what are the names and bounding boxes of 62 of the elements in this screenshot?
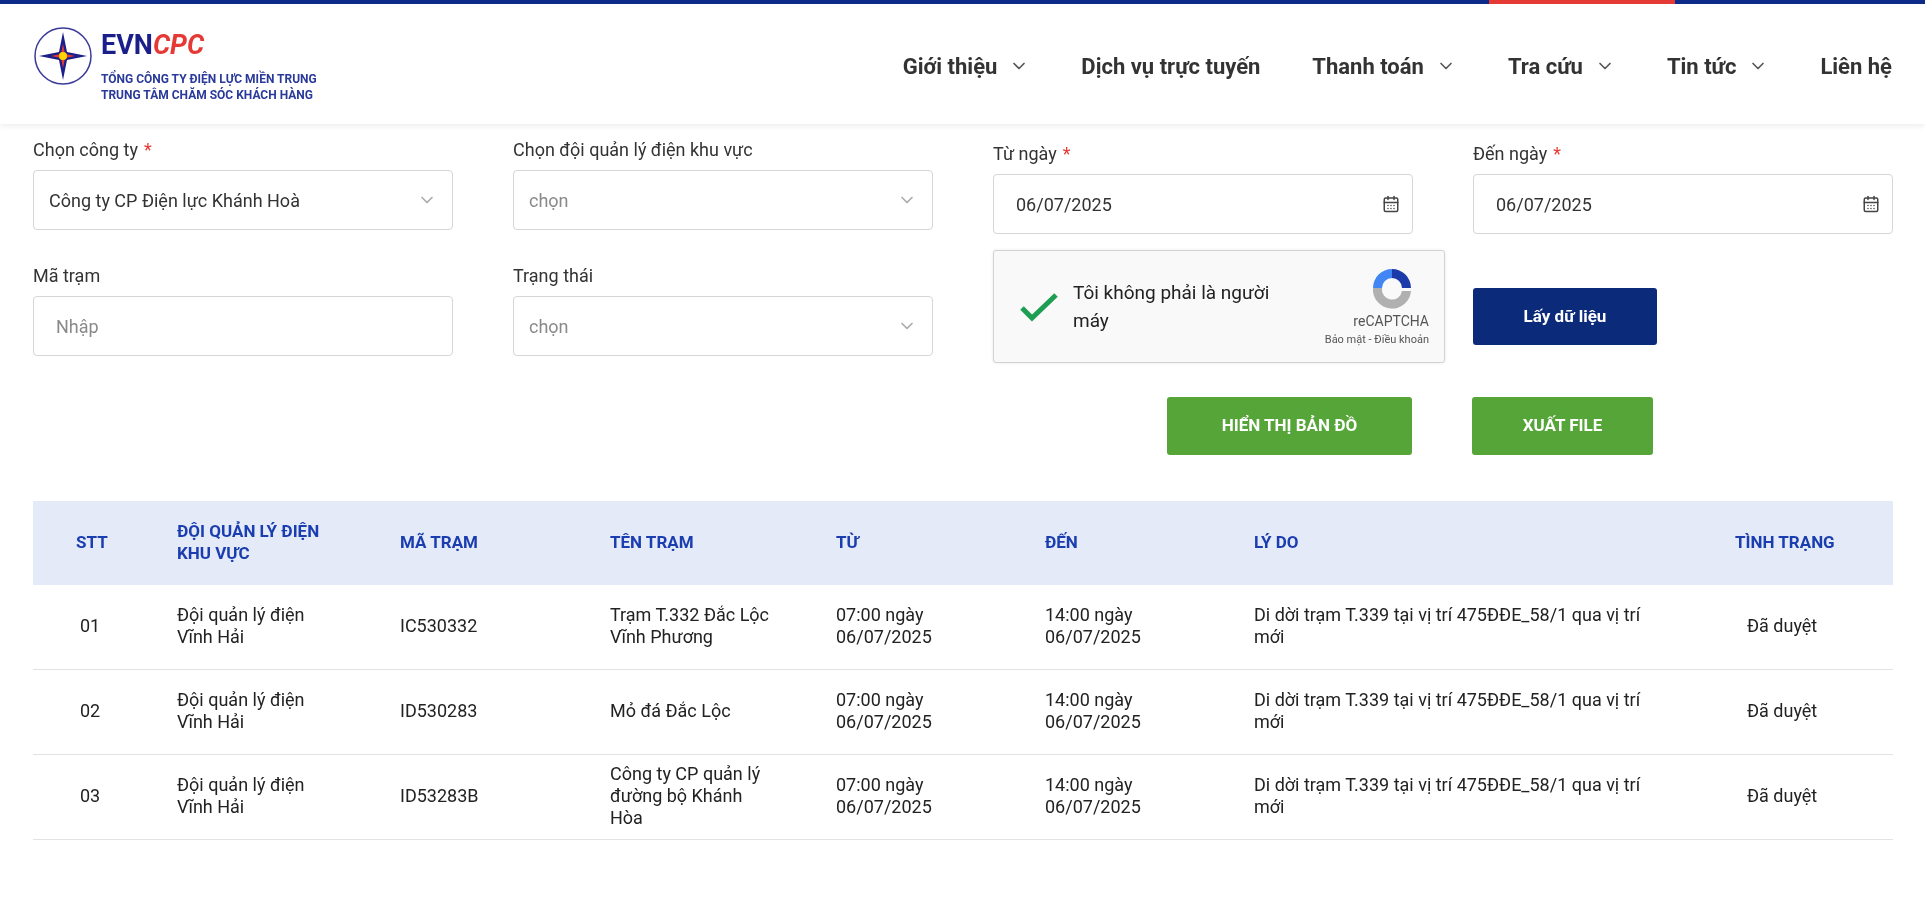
required-mark: * <box>1062 143 1071 164</box>
table-cell-text: Mỏ đá Đắc Lộc <box>610 700 732 722</box>
brand-name: EVNCPC <box>101 31 206 59</box>
nav-link[interactable]: Tra cứu <box>1507 49 1615 83</box>
table-cell-text: Công ty CP quản lý đường bộ Khánh Hòa <box>610 763 762 829</box>
field-label: Mã trạm <box>33 265 101 286</box>
input-field[interactable]: Nhập <box>33 296 453 356</box>
column-header: ĐẾN <box>1045 531 1078 553</box>
column-header: STT <box>76 531 108 553</box>
field-label: Đến ngày <box>1473 143 1548 164</box>
table-cell: Đã duyệt <box>1747 785 1818 807</box>
field-label: Từ ngày <box>993 143 1057 164</box>
column-header: MÃ TRẠM <box>400 531 478 553</box>
recaptcha-brand: reCAPTCHA <box>1353 311 1429 331</box>
table-cell: IC530332 <box>400 615 478 637</box>
field-label: Chọn công ty <box>33 139 138 160</box>
table-cell: Đã duyệt <box>1747 615 1818 637</box>
table-cell-text: Di dời trạm T.339 tại vị trí 475ĐĐE_58/1 qua vị trí mới <box>1254 774 1642 818</box>
nav-link[interactable]: Tin tức <box>1666 49 1769 83</box>
table-cell-text: 07:00 ngày 06/07/2025 <box>836 604 933 648</box>
field-label: Chọn đội quản lý điện khu vực <box>513 139 753 160</box>
table-cell-text: 07:00 ngày 06/07/2025 <box>836 774 933 818</box>
table-cell-text: Di dời trạm T.339 tại vị trí 475ĐĐE_58/1 qua vị trí mới <box>1254 689 1642 733</box>
nav-link[interactable]: Giới thiệu <box>902 49 1030 83</box>
logo-tagline: TỔNG CÔNG TY ĐIỆN LỰC MIỀN TRUNG <box>101 70 317 87</box>
table-cell-text: 14:00 ngày 06/07/2025 <box>1045 689 1142 733</box>
table-cell: ID530283 <box>400 700 478 722</box>
table-cell-text: Đội quản lý điện Vĩnh Hải <box>177 689 306 733</box>
column-header: TÊN TRẠM <box>610 531 694 553</box>
table-cell-text: Trạm T.332 Đắc Lộc Vĩnh Phương <box>610 604 771 648</box>
required-mark: * <box>143 139 152 160</box>
table-cell: 01 <box>80 615 101 637</box>
star-logo-icon <box>33 25 93 86</box>
table-cell: 03 <box>80 785 101 807</box>
table-cell: 02 <box>80 700 101 722</box>
table-cell-text: 14:00 ngày 06/07/2025 <box>1045 604 1142 648</box>
logo-tagline: TRUNG TÂM CHĂM SÓC KHÁCH HÀNG <box>101 86 314 103</box>
captcha-label: Tôi không phải là người máy <box>1073 279 1271 334</box>
recaptcha-links[interactable]: Bảo mật - Điều khoản <box>1324 331 1429 349</box>
column-header: TÌNH TRẠNG <box>1735 531 1835 553</box>
table-cell-text: Di dời trạm T.339 tại vị trí 475ĐĐE_58/1 qua vị trí mới <box>1254 604 1642 648</box>
check-icon <box>1019 291 1059 322</box>
column-header: TỪ <box>836 531 859 553</box>
table-cell-text: 14:00 ngày 06/07/2025 <box>1045 774 1142 818</box>
calendar-icon <box>1382 195 1400 213</box>
table-cell: Đã duyệt <box>1747 700 1818 722</box>
date-field[interactable]: 06/07/2025 <box>993 174 1413 234</box>
table-cell-text: Đội quản lý điện Vĩnh Hải <box>177 604 306 648</box>
select-field[interactable]: Công ty CP Điện lực Khánh Hoà <box>33 170 453 230</box>
field-label: Trạng thái <box>513 265 594 286</box>
nav-link[interactable]: Thanh toán <box>1312 49 1456 83</box>
required-mark: * <box>1553 143 1561 164</box>
table-cell: ID53283B <box>400 785 479 807</box>
table-cell-text: Đội quản lý điện Vĩnh Hải <box>177 774 306 818</box>
column-header: LÝ DO <box>1254 531 1299 553</box>
nav-link[interactable]: Liên hệ <box>1820 49 1892 83</box>
date-field[interactable]: 06/07/2025 <box>1473 174 1893 234</box>
table-cell-text: 07:00 ngày 06/07/2025 <box>836 689 933 733</box>
fetch-data-button[interactable]: Lấy dữ liệu <box>1473 288 1657 345</box>
column-header: ĐỘI QUẢN LÝ ĐIỆN KHU VỰC <box>177 520 321 564</box>
nav-link[interactable]: Dịch vụ trực tuyến <box>1081 49 1261 83</box>
calendar-icon <box>1862 195 1880 213</box>
